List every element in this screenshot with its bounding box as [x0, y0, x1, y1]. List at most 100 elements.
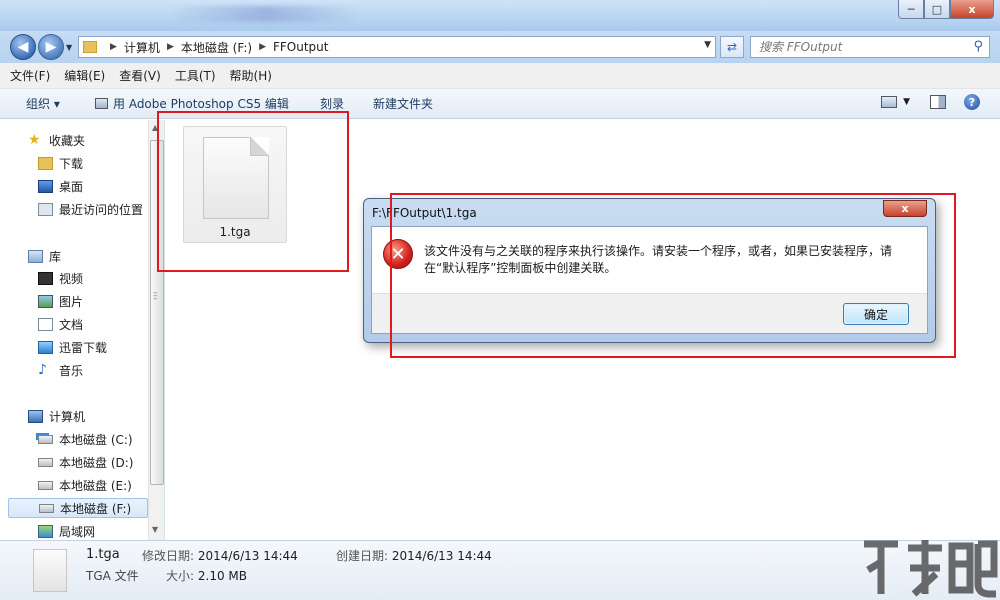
nav-computer[interactable]: 计算机	[28, 406, 85, 426]
breadcrumb-drive-f[interactable]: 本地磁盘 (F:)	[181, 39, 252, 56]
refresh-button[interactable]: ⇄	[720, 36, 744, 58]
scrollbar-thumb[interactable]	[150, 140, 164, 485]
photoshop-icon	[95, 98, 108, 109]
nav-documents[interactable]: 文档	[38, 314, 83, 334]
nav-downloads[interactable]: 下载	[38, 153, 83, 173]
nav-drive-c[interactable]: 本地磁盘 (C:)	[38, 429, 133, 449]
burn-button[interactable]: 刻录	[320, 95, 344, 112]
created-label: 创建日期:	[336, 549, 389, 563]
download-icon	[38, 340, 53, 354]
navigation-pane: ★ 收藏夹 下载 桌面 最近访问的位置 库 视频 图片 文档 迅雷下载 ♪ 音乐 计…	[0, 120, 165, 540]
nav-recent-places[interactable]: 最近访问的位置	[38, 199, 143, 219]
scroll-down-icon[interactable]: ▼	[152, 525, 158, 534]
details-created: 创建日期: 2014/6/13 14:44	[336, 547, 492, 564]
nav-desktop[interactable]: 桌面	[38, 176, 83, 196]
view-dropdown-icon[interactable]: ▼	[903, 97, 910, 107]
details-file-name: 1.tga	[86, 547, 120, 562]
library-icon	[28, 249, 43, 263]
folder-icon	[38, 156, 53, 170]
recent-pages-dropdown[interactable]: ▼	[66, 43, 72, 52]
dialog-message-area: ✕ 该文件没有与之关联的程序来执行该操作。请安装一个程序，或者，如果已安装程序，…	[372, 227, 927, 293]
menu-help[interactable]: 帮助(H)	[230, 67, 272, 84]
address-dropdown-icon[interactable]: ▼	[704, 40, 711, 50]
nav-label: 局域网	[59, 524, 96, 539]
forward-button[interactable]: ▶	[38, 34, 64, 60]
nav-scrollbar[interactable]: ▲ – – – ▼	[148, 120, 164, 540]
menu-tools[interactable]: 工具(T)	[175, 67, 216, 84]
generic-file-icon	[203, 137, 269, 219]
modified-label: 修改日期:	[142, 549, 195, 563]
scroll-up-icon[interactable]: ▲	[152, 123, 158, 132]
nav-xunlei-downloads[interactable]: 迅雷下载	[38, 337, 107, 357]
nav-label: 本地磁盘 (E:)	[59, 478, 132, 493]
back-button[interactable]: ◀	[10, 34, 36, 60]
nav-label: 库	[49, 249, 62, 264]
nav-label: 计算机	[49, 409, 86, 424]
chevron-right-icon[interactable]: ▶	[259, 42, 266, 52]
nav-drive-e[interactable]: 本地磁盘 (E:)	[38, 475, 132, 495]
nav-libraries[interactable]: 库	[28, 246, 61, 266]
menu-edit[interactable]: 编辑(E)	[64, 67, 105, 84]
modified-value: 2014/6/13 14:44	[197, 549, 298, 563]
title-bar: ─ □ x	[0, 0, 1000, 31]
nav-label: 桌面	[59, 179, 84, 194]
nav-label: 视频	[59, 271, 84, 286]
menu-view[interactable]: 查看(V)	[119, 67, 161, 84]
help-icon[interactable]: ?	[964, 94, 980, 110]
dialog-button-area: 确定	[372, 293, 927, 333]
breadcrumb-computer[interactable]: 计算机	[124, 39, 160, 56]
size-label: 大小:	[166, 569, 195, 583]
nav-label: 图片	[59, 294, 84, 309]
details-size: 大小: 2.10 MB	[166, 567, 247, 584]
edit-with-label: 用 Adobe Photoshop CS5 编辑	[113, 97, 289, 111]
folder-icon	[83, 41, 97, 53]
system-drive-icon	[38, 434, 53, 444]
dialog-message: 该文件没有与之关联的程序来执行该操作。请安装一个程序，或者，如果已安装程序，请在…	[424, 244, 893, 275]
address-bar[interactable]: ▶ 计算机 ▶ 本地磁盘 (F:) ▶ FFOutput ▼	[78, 36, 716, 58]
nav-label: 本地磁盘 (D:)	[59, 455, 134, 470]
nav-favorites[interactable]: ★ 收藏夹	[28, 130, 85, 150]
nav-label: 文档	[59, 317, 84, 332]
minimize-button[interactable]: ─	[898, 0, 924, 19]
maximize-button[interactable]: □	[924, 0, 950, 19]
search-icon[interactable]: ⚲	[973, 39, 983, 54]
nav-drive-d[interactable]: 本地磁盘 (D:)	[38, 452, 133, 472]
computer-icon	[28, 409, 43, 423]
nav-network[interactable]: 局域网	[38, 521, 95, 541]
nav-music[interactable]: ♪ 音乐	[38, 360, 83, 380]
details-file-type: TGA 文件	[86, 569, 139, 583]
organize-button[interactable]: 组织 ▾	[26, 95, 60, 112]
ok-button[interactable]: 确定	[843, 303, 909, 325]
menu-file[interactable]: 文件(F)	[10, 67, 50, 84]
drive-icon	[38, 480, 53, 490]
video-icon	[38, 271, 53, 285]
nav-label: 最近访问的位置	[59, 202, 144, 217]
breadcrumb-ffoutput[interactable]: FFOutput	[273, 40, 329, 54]
edit-with-photoshop-button[interactable]: 用 Adobe Photoshop CS5 编辑	[95, 95, 289, 112]
search-box[interactable]: ⚲	[750, 36, 990, 58]
chevron-right-icon[interactable]: ▶	[167, 42, 174, 52]
search-input[interactable]	[759, 40, 959, 54]
nav-videos[interactable]: 视频	[38, 268, 83, 288]
preview-pane-icon[interactable]	[930, 95, 946, 109]
document-icon	[38, 317, 53, 331]
file-item[interactable]: 1.tga	[183, 126, 287, 243]
nav-pictures[interactable]: 图片	[38, 291, 83, 311]
close-button[interactable]: x	[950, 0, 994, 19]
nav-label: 音乐	[59, 363, 84, 378]
picture-icon	[38, 294, 53, 308]
size-value: 2.10 MB	[197, 569, 247, 583]
title-blur	[170, 6, 360, 22]
nav-label: 本地磁盘 (F:)	[60, 501, 132, 516]
dialog-title: F:\FFOutput\1.tga	[372, 206, 477, 220]
dialog-close-button[interactable]: x	[883, 200, 927, 217]
nav-label: 下载	[59, 156, 84, 171]
dialog-body: ✕ 该文件没有与之关联的程序来执行该操作。请安装一个程序，或者，如果已安装程序，…	[371, 226, 928, 334]
error-dialog: F:\FFOutput\1.tga x ✕ 该文件没有与之关联的程序来执行该操作…	[363, 198, 936, 343]
new-folder-button[interactable]: 新建文件夹	[373, 95, 433, 112]
command-bar: 组织 ▾ 用 Adobe Photoshop CS5 编辑 刻录 新建文件夹 ▼…	[0, 89, 1000, 119]
chevron-right-icon[interactable]: ▶	[110, 42, 117, 52]
view-icon[interactable]	[881, 96, 898, 108]
drive-icon	[38, 457, 53, 467]
nav-drive-f[interactable]: 本地磁盘 (F:)	[8, 498, 148, 518]
